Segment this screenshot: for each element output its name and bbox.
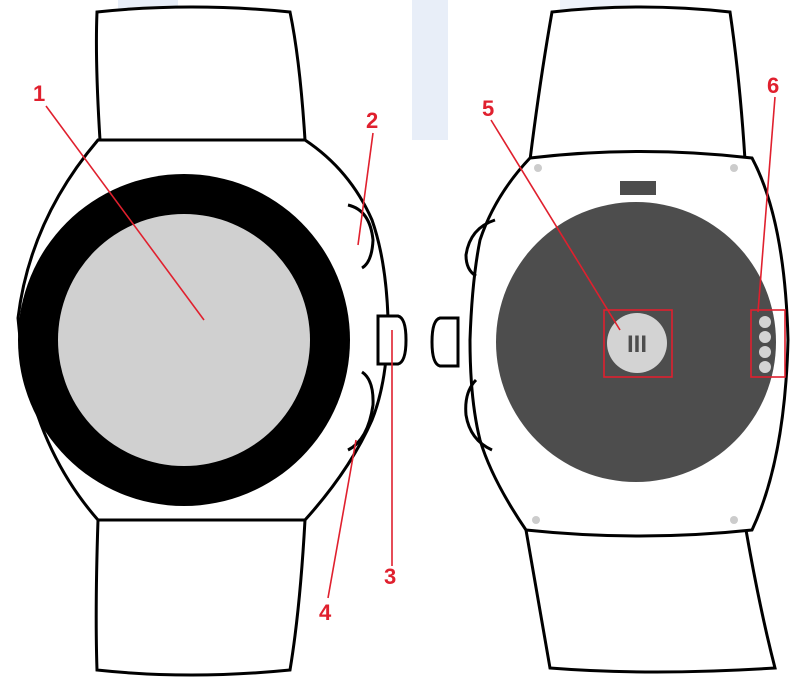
charging-contact: [759, 361, 771, 373]
screw-top-left: [534, 164, 542, 172]
back-top-strap: [528, 5, 747, 162]
back-bottom-strap: [524, 528, 777, 674]
screen: [58, 214, 310, 466]
bg-stripe-center: [412, 0, 448, 140]
charging-contact: [759, 331, 771, 343]
callout-label-1: 1: [33, 81, 45, 106]
watch-front-view: [16, 5, 408, 677]
charging-contact: [759, 316, 771, 328]
charging-contact: [759, 346, 771, 358]
back-crown: [430, 316, 460, 368]
screw-bottom-left: [532, 516, 540, 524]
screw-top-right: [730, 164, 738, 172]
front-bottom-strap: [94, 518, 307, 677]
sensor-text: III: [627, 331, 647, 358]
screw-bottom-right: [730, 516, 738, 524]
callout-label-5: 5: [482, 96, 494, 121]
watch-diagram: III 1 2 3 4 5 6: [16, 0, 790, 677]
callout-label-6: 6: [767, 73, 779, 98]
callout-label-2: 2: [366, 108, 378, 133]
front-top-strap: [94, 5, 307, 142]
back-slot: [620, 181, 656, 195]
callout-label-3: 3: [384, 564, 396, 589]
callout-label-4: 4: [319, 600, 332, 625]
